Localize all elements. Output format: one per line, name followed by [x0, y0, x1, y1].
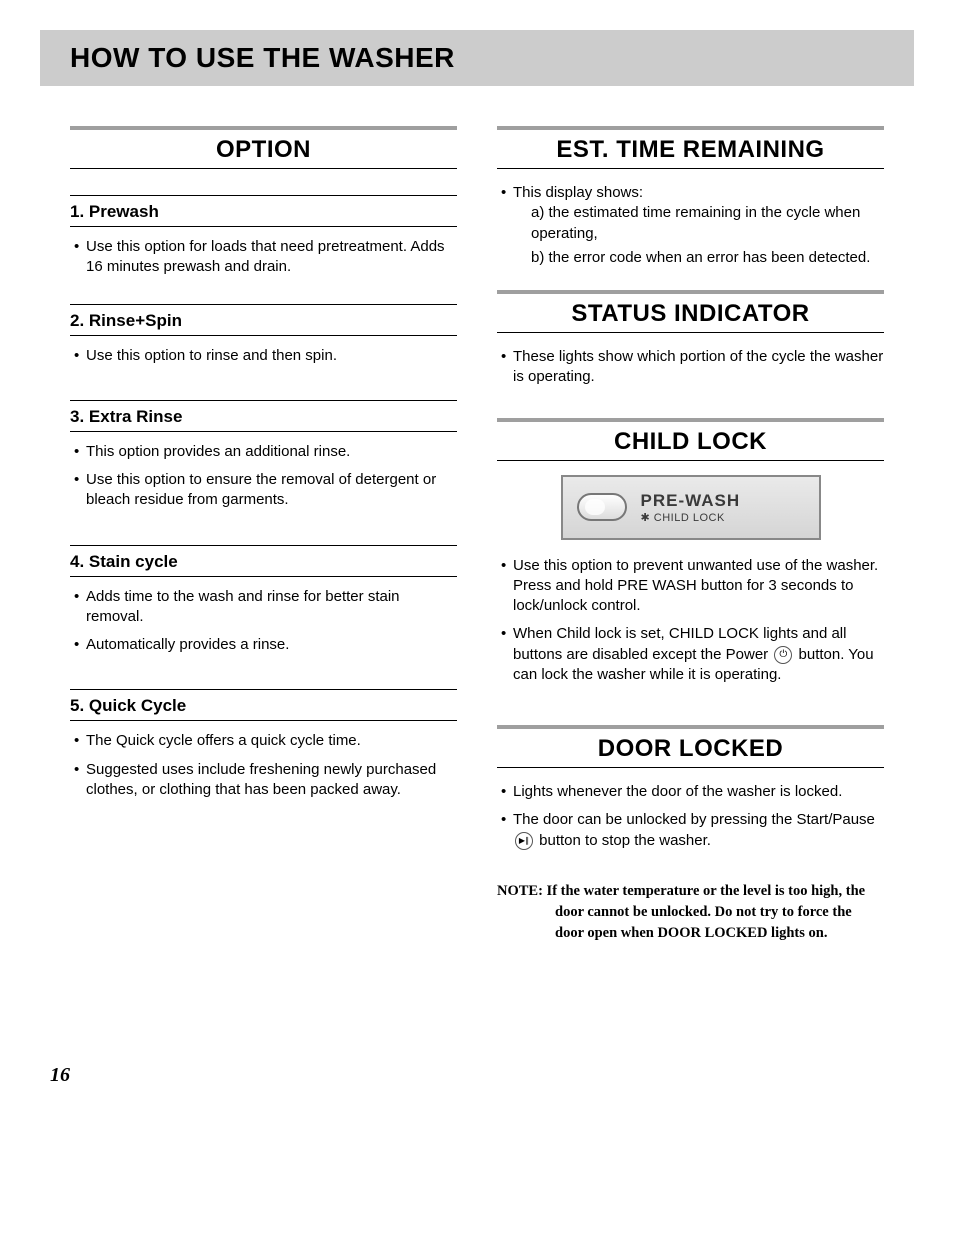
bullet-item: Use this option for loads that need pret… [74, 237, 457, 278]
bullet-item: The Quick cycle offers a quick cycle tim… [74, 731, 457, 751]
bullet-item: These lights show which portion of the c… [501, 347, 884, 388]
right-column: EST. TIME REMAINING This display shows: … [497, 126, 884, 944]
subheading-text: 3. Extra Rinse [70, 407, 457, 427]
bullets-status: These lights show which portion of the c… [497, 347, 884, 388]
bullet-item: When Child lock is set, CHILD LOCK light… [501, 624, 884, 685]
page-number: 16 [0, 944, 954, 1087]
note-text: If the water temperature or the level is… [547, 883, 866, 941]
subheading-quickcycle: 5. Quick Cycle [70, 689, 457, 721]
subheading-text: 5. Quick Cycle [70, 696, 457, 716]
subheading-extrarinse: 3. Extra Rinse [70, 400, 457, 432]
power-icon: ⏻ [774, 646, 792, 664]
content-columns: OPTION 1. Prewash Use this option for lo… [0, 126, 954, 944]
startpause-icon: ▶∥ [515, 832, 533, 850]
bullets-prewash: Use this option for loads that need pret… [70, 237, 457, 278]
prewash-button-graphic: PRE-WASH ✱ CHILD LOCK [561, 475, 821, 540]
note-block: NOTE: If the water temperature or the le… [497, 881, 884, 944]
subheading-text: 4. Stain cycle [70, 552, 457, 572]
button-shape-icon [577, 493, 627, 521]
section-title-status: STATUS INDICATOR [497, 300, 884, 328]
intro-text: This display shows: [513, 184, 643, 201]
nested-item: b) the error code when an error has been… [531, 248, 884, 268]
section-title-esttime: EST. TIME REMAINING [497, 136, 884, 164]
subheading-rinsespin: 2. Rinse+Spin [70, 304, 457, 336]
bullets-rinsespin: Use this option to rinse and then spin. [70, 346, 457, 366]
bullet-item: Lights whenever the door of the washer i… [501, 782, 884, 802]
nested-list: a) the estimated time remaining in the c… [513, 203, 884, 268]
subheading-text: 1. Prewash [70, 202, 457, 222]
section-doorlocked-header: DOOR LOCKED [497, 725, 884, 768]
button-label-group: PRE-WASH ✱ CHILD LOCK [641, 491, 741, 524]
bullets-esttime: This display shows: a) the estimated tim… [497, 183, 884, 268]
section-esttime-header: EST. TIME REMAINING [497, 126, 884, 169]
bullets-quickcycle: The Quick cycle offers a quick cycle tim… [70, 731, 457, 800]
bullets-doorlocked: Lights whenever the door of the washer i… [497, 782, 884, 851]
bullet-item: Use this option to rinse and then spin. [74, 346, 457, 366]
bullet-item: Suggested uses include freshening newly … [74, 760, 457, 801]
section-option-header: OPTION [70, 126, 457, 169]
button-label-line2: ✱ CHILD LOCK [641, 511, 741, 524]
subheading-staincycle: 4. Stain cycle [70, 545, 457, 577]
text-part: The door can be unlocked by pressing the… [513, 811, 875, 828]
page-header: HOW TO USE THE WASHER [40, 30, 914, 86]
bullet-item: This display shows: a) the estimated tim… [501, 183, 884, 268]
subheading-prewash: 1. Prewash [70, 195, 457, 227]
section-status-header: STATUS INDICATOR [497, 290, 884, 333]
nested-item: a) the estimated time remaining in the c… [531, 203, 884, 244]
bullets-childlock: Use this option to prevent unwanted use … [497, 556, 884, 686]
left-column: OPTION 1. Prewash Use this option for lo… [70, 126, 457, 944]
bullet-item: Automatically provides a rinse. [74, 635, 457, 655]
button-label-line1: PRE-WASH [641, 491, 741, 511]
bullet-item: Adds time to the wash and rinse for bett… [74, 587, 457, 628]
bullet-item: This option provides an additional rinse… [74, 442, 457, 462]
subheading-text: 2. Rinse+Spin [70, 311, 457, 331]
bullets-staincycle: Adds time to the wash and rinse for bett… [70, 587, 457, 656]
bullet-item: The door can be unlocked by pressing the… [501, 810, 884, 851]
bullets-extrarinse: This option provides an additional rinse… [70, 442, 457, 511]
section-title-doorlocked: DOOR LOCKED [497, 735, 884, 763]
page-title: HOW TO USE THE WASHER [70, 42, 884, 74]
section-title-childlock: CHILD LOCK [497, 428, 884, 456]
text-part: button to stop the washer. [535, 832, 711, 849]
bullet-item: Use this option to prevent unwanted use … [501, 556, 884, 617]
bullet-item: Use this option to ensure the removal of… [74, 470, 457, 511]
section-title-option: OPTION [70, 136, 457, 164]
section-childlock-header: CHILD LOCK [497, 418, 884, 461]
note-label: NOTE: [497, 883, 547, 899]
note-body: NOTE: If the water temperature or the le… [497, 881, 884, 944]
